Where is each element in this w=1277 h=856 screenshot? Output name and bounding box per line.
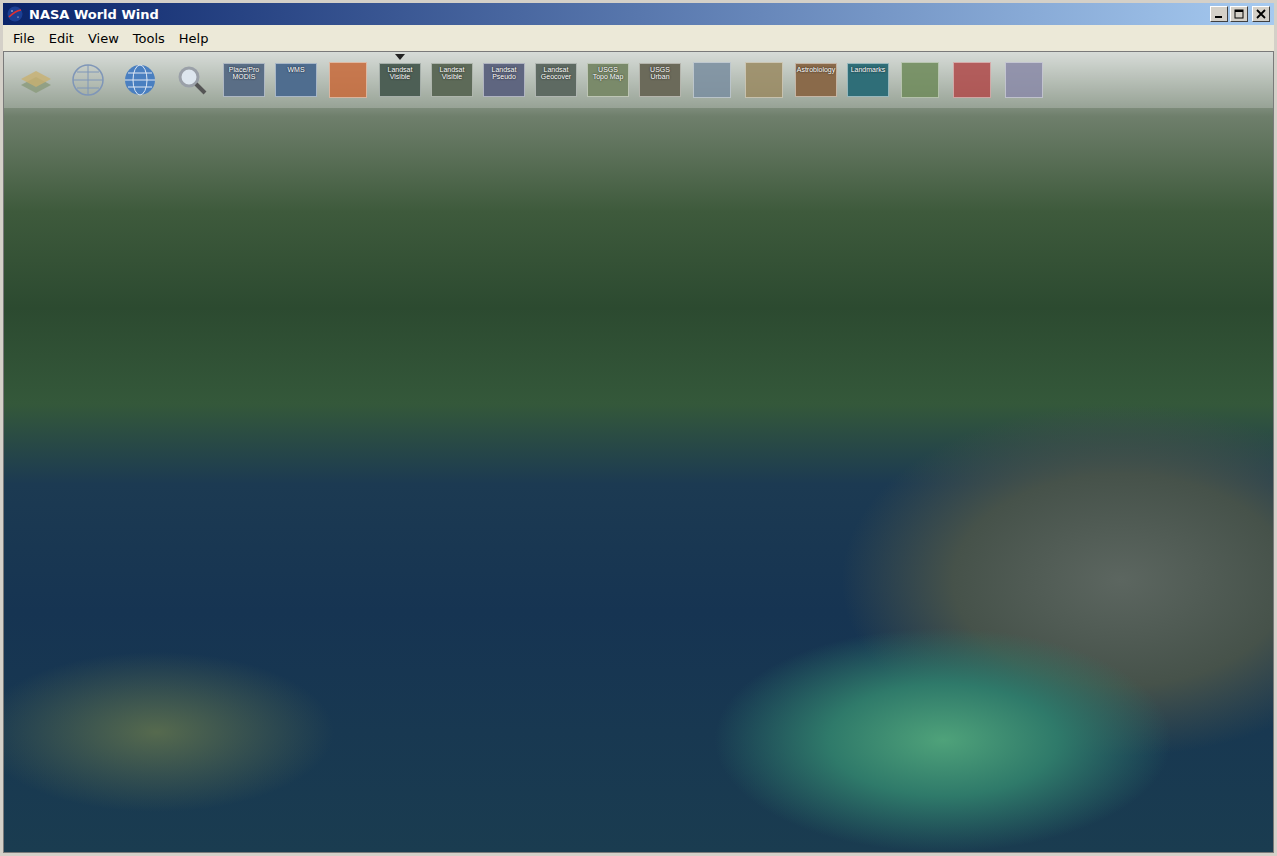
layer-tile: Landsat Geocover [535, 63, 577, 97]
selected-marker-icon [395, 54, 405, 60]
layer-label: Landsat Visible [382, 66, 418, 81]
layer-thumbnail-icon [329, 62, 367, 98]
toolbar-button[interactable]: USGS Urban [638, 60, 682, 100]
layer-tile: Place/Pro MODIS [223, 63, 265, 97]
layer-thumbnail-icon [1005, 62, 1043, 98]
toolbar-button[interactable]: Astrobiology [794, 60, 838, 100]
toolbar-button[interactable] [170, 60, 214, 100]
menu-bar: FileEditViewToolsHelp [3, 25, 1274, 51]
toolbar-button[interactable]: Landmarks [846, 60, 890, 100]
menu-item[interactable]: Edit [43, 29, 80, 48]
toolbar-button[interactable] [898, 60, 942, 100]
layer-thumbnail-icon [953, 62, 991, 98]
layer-tile: USGS Urban [639, 63, 681, 97]
layer-tile: Landsat Pseudo [483, 63, 525, 97]
layer-tile: WMS [275, 63, 317, 97]
layer-tile: Astrobiology [795, 63, 837, 97]
layer-label: USGS Urban [642, 66, 678, 81]
layer-tile: USGS Topo Map [587, 63, 629, 97]
minimize-button[interactable] [1210, 6, 1228, 22]
layer-tile: Landsat Visible [379, 63, 421, 97]
magnifier-icon [173, 61, 211, 99]
window-title: NASA World Wind [29, 7, 159, 22]
layer-label: Landsat Pseudo [486, 66, 522, 81]
globe-view[interactable]: Place/Pro MODIS WMS Landsat Visible Landsat… [3, 51, 1274, 853]
layer-label: USGS Topo Map [590, 66, 626, 81]
menu-item[interactable]: View [82, 29, 125, 48]
toolbar-button[interactable]: Place/Pro MODIS [222, 60, 266, 100]
toolbar-button[interactable]: WMS [274, 60, 318, 100]
maximize-button[interactable] [1230, 6, 1248, 22]
layer-tile: Landmarks [847, 63, 889, 97]
menu-item[interactable]: File [7, 29, 41, 48]
toolbar-button[interactable]: Landsat Visible [378, 60, 422, 100]
toolbar-button[interactable] [66, 60, 110, 100]
nasa-logo-icon [7, 6, 23, 22]
close-icon [1256, 9, 1266, 19]
toolbar: Place/Pro MODIS WMS Landsat Visible Landsat… [4, 52, 1273, 108]
layer-label: Landsat Geocover [538, 66, 574, 81]
maximize-icon [1234, 9, 1244, 19]
layer-label: Place/Pro MODIS [226, 66, 262, 81]
menu-item[interactable]: Help [173, 29, 215, 48]
toolbar-button[interactable]: Landsat Pseudo [482, 60, 526, 100]
layers-icon [17, 61, 55, 99]
menu-item[interactable]: Tools [127, 29, 171, 48]
layer-label: Landsat Visible [434, 66, 470, 81]
close-button[interactable] [1252, 6, 1270, 22]
globe-icon [121, 61, 159, 99]
toolbar-button[interactable] [950, 60, 994, 100]
layer-tile: Landsat Visible [431, 63, 473, 97]
layer-label: Astrobiology [797, 66, 836, 73]
layer-label: Landmarks [851, 66, 886, 73]
toolbar-button[interactable] [1002, 60, 1046, 100]
toolbar-button[interactable] [326, 60, 370, 100]
toolbar-button[interactable] [690, 60, 734, 100]
grid-icon [69, 61, 107, 99]
layer-label: WMS [287, 66, 304, 73]
minimize-icon [1214, 9, 1224, 19]
toolbar-button[interactable] [14, 60, 58, 100]
toolbar-button[interactable]: Landsat Visible [430, 60, 474, 100]
toolbar-button[interactable] [742, 60, 786, 100]
app-window: NASA World WindFileEditViewToolsHelpPlac… [0, 0, 1277, 856]
layer-thumbnail-icon [745, 62, 783, 98]
layer-thumbnail-icon [693, 62, 731, 98]
title-bar: NASA World Wind [3, 3, 1274, 25]
toolbar-button[interactable]: Landsat Geocover [534, 60, 578, 100]
layer-thumbnail-icon [901, 62, 939, 98]
toolbar-button[interactable]: USGS Topo Map [586, 60, 630, 100]
toolbar-button[interactable] [118, 60, 162, 100]
